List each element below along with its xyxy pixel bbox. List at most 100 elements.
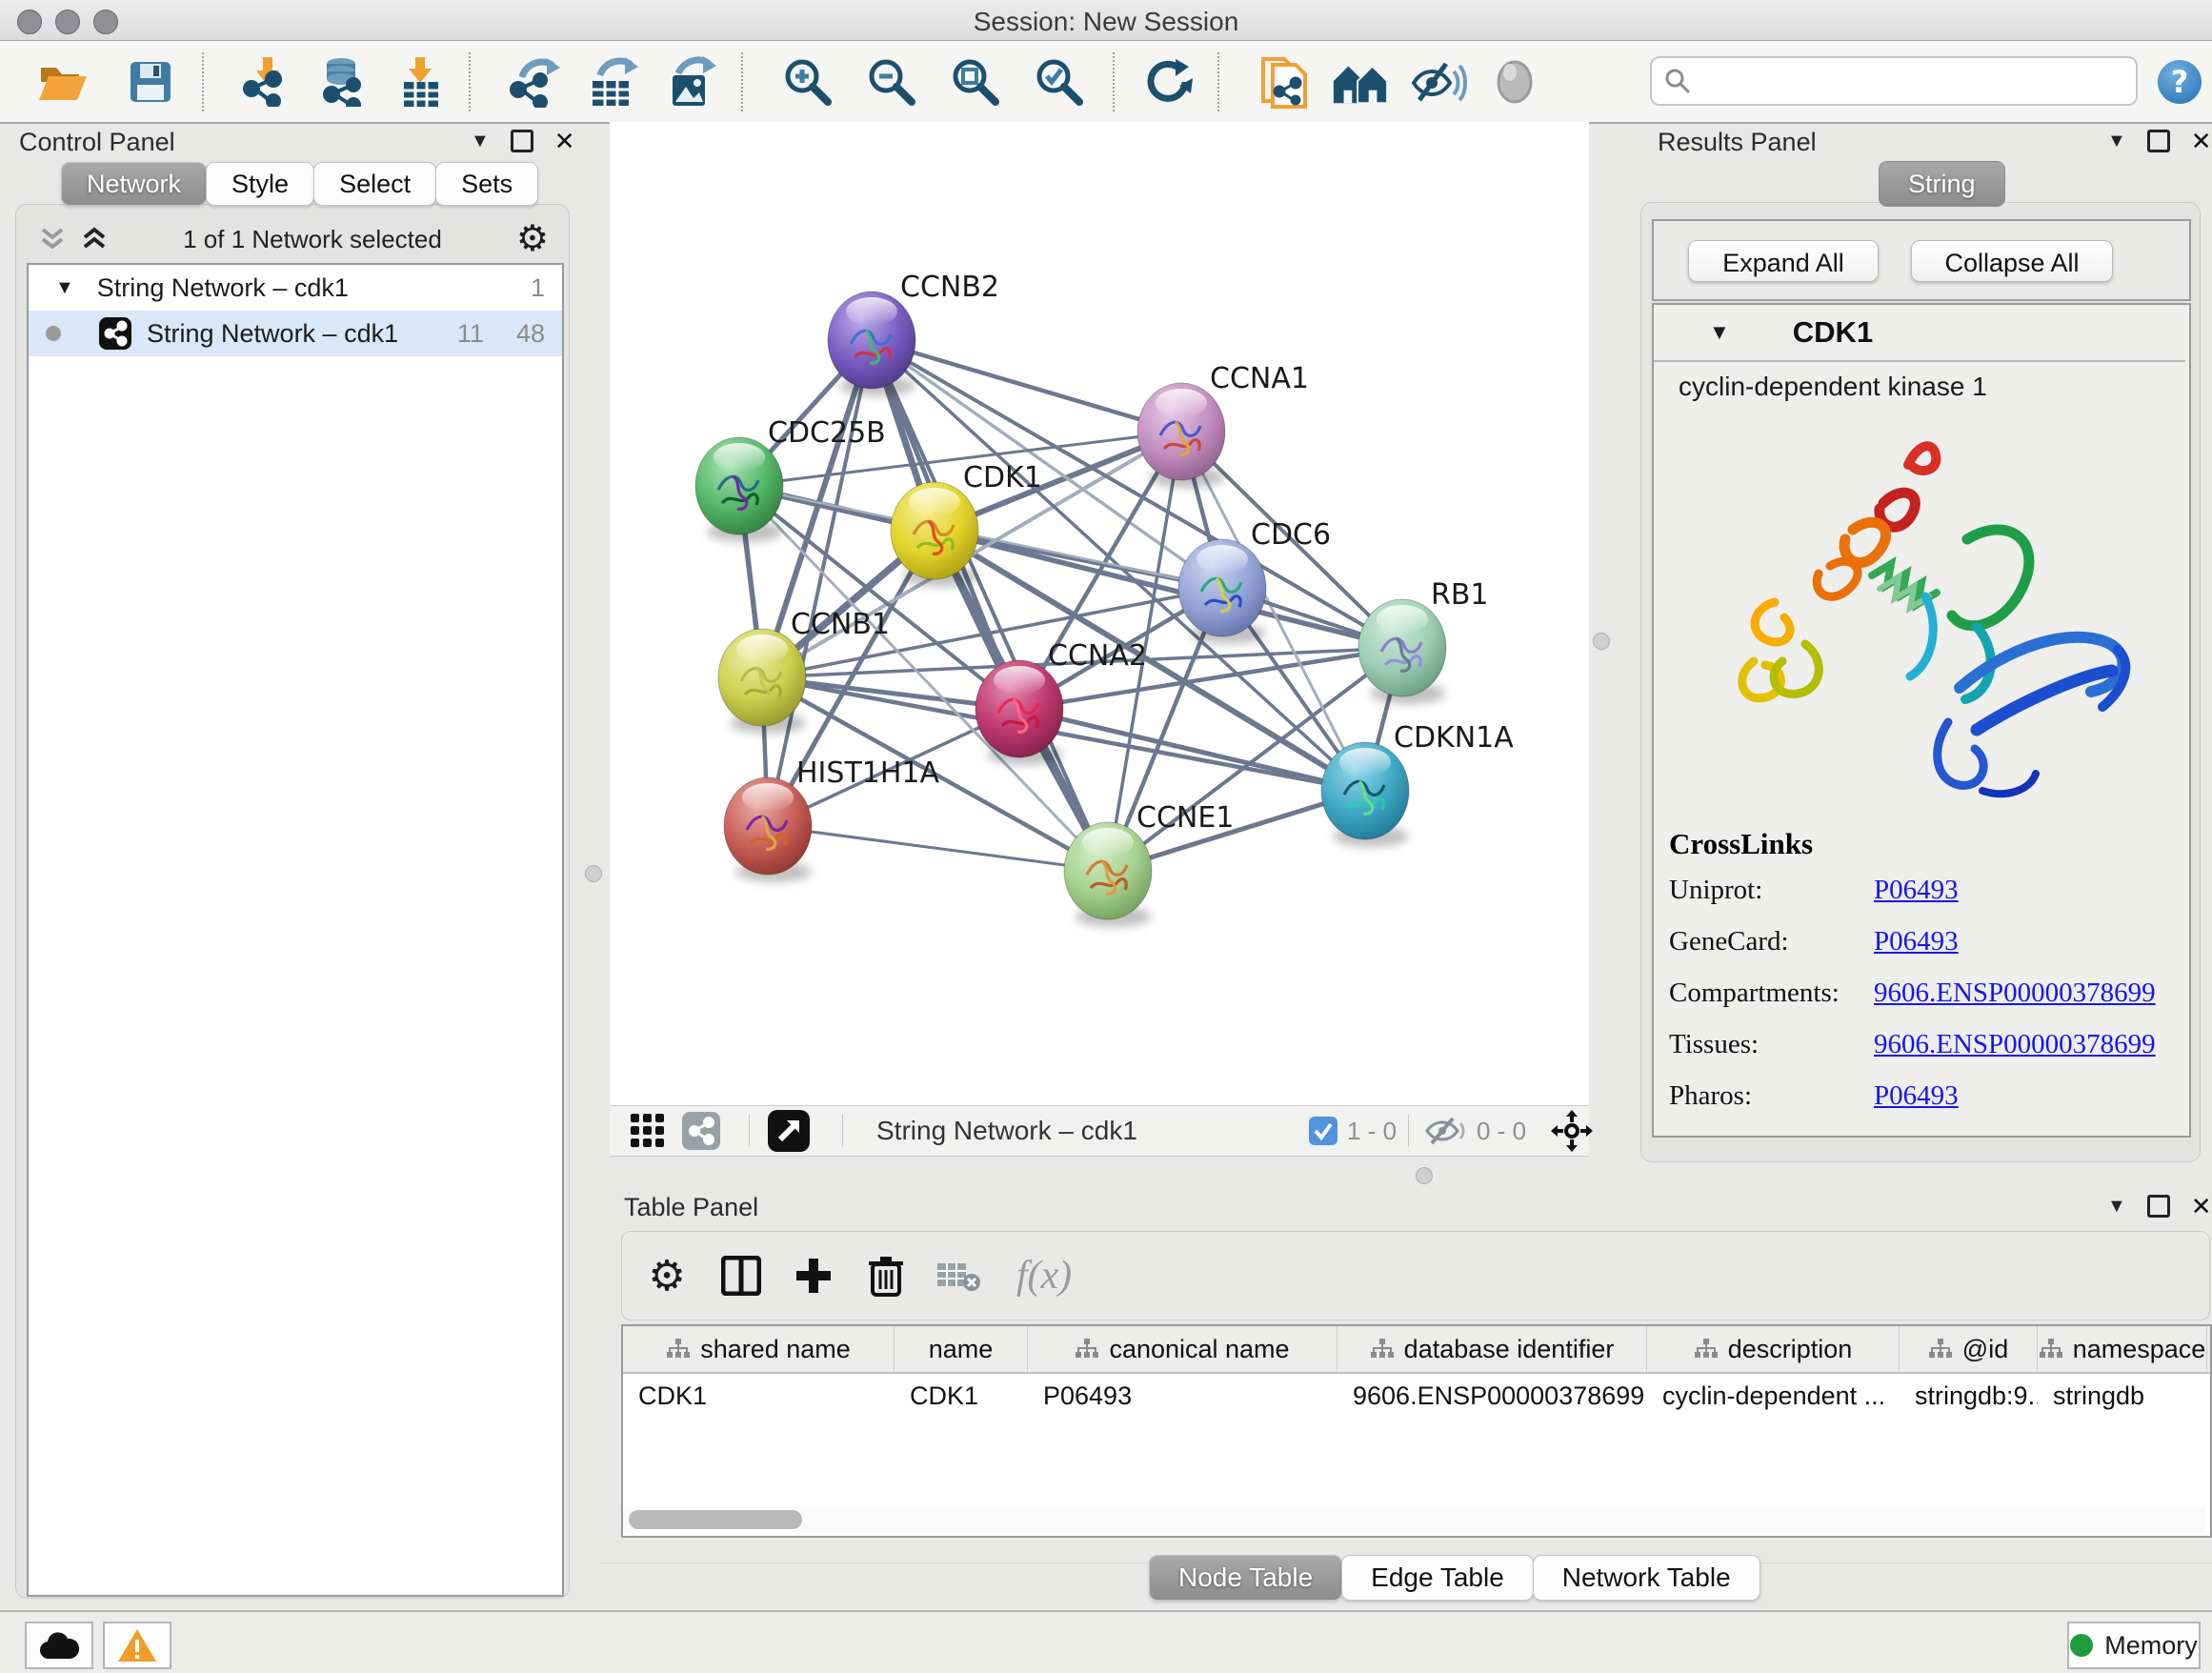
tab-network-table[interactable]: Network Table [1533, 1555, 1760, 1601]
export-image-button[interactable] [663, 54, 720, 110]
results-entry-header[interactable]: ▼ CDK1 [1654, 305, 2185, 362]
network-tree-row[interactable]: ▼String Network – cdk11 [29, 265, 562, 311]
table-row[interactable]: CDK1CDK1P064939606.ENSP00000378699cyclin… [623, 1374, 2210, 1418]
network-tree-row[interactable]: String Network – cdk11148 [29, 311, 562, 356]
node-cdkn1a[interactable]: CDKN1A [1321, 721, 1514, 847]
memory-button[interactable]: Memory [2067, 1622, 2201, 1669]
hide-unhide-button[interactable] [1410, 54, 1467, 110]
birds-eye-view-button[interactable] [629, 1111, 667, 1151]
table-cell[interactable]: stringdb:9... [1900, 1374, 2038, 1418]
left-splitter-handle[interactable] [585, 865, 602, 882]
zoom-fit-button[interactable] [947, 54, 1004, 110]
checkbox-icon[interactable] [1309, 1117, 1337, 1145]
table-panel-menu-icon[interactable]: ▼ [2107, 1197, 2126, 1216]
right-splitter-handle[interactable] [1593, 633, 1610, 650]
home-networks-button[interactable] [1332, 54, 1389, 110]
zoom-selected-button[interactable] [1031, 54, 1088, 110]
network-canvas[interactable]: CCNB2CCNA1CDC25BCDK1CDC6RB1CCNB1CCNA2CDK… [610, 122, 1589, 1105]
tab-sets[interactable]: Sets [435, 162, 538, 206]
search-box[interactable] [1650, 56, 2138, 106]
tab-node-table[interactable]: Node Table [1149, 1555, 1342, 1601]
network-options-gear-icon[interactable]: ⚙ [516, 221, 549, 257]
column-header-namespace[interactable]: namespace [2038, 1326, 2207, 1372]
crosslink-link[interactable]: P06493 [1874, 875, 1959, 906]
collapse-all-button[interactable]: Collapse All [1911, 240, 2113, 282]
zoom-out-button[interactable] [863, 54, 920, 110]
edge-ccnb2-hist1h1a[interactable] [768, 340, 872, 826]
delete-columns-button[interactable] [858, 1249, 914, 1302]
show-graphics-button[interactable] [1486, 54, 1543, 110]
show-columns-button[interactable] [714, 1249, 769, 1302]
network-overview-button[interactable] [682, 1111, 720, 1151]
table-cell[interactable]: stringdb [2038, 1374, 2207, 1418]
column-header-id[interactable]: @id [1900, 1326, 2038, 1372]
tab-string[interactable]: String [1879, 161, 2005, 207]
table-options-button[interactable]: ⚙ [639, 1249, 694, 1302]
table-horizontal-scrollbar[interactable] [623, 1507, 2206, 1532]
detach-view-button[interactable] [768, 1111, 810, 1151]
toolbar-separator [202, 52, 204, 111]
edge-ccnb2-ccna1[interactable] [872, 340, 1181, 432]
results-panel-menu-icon[interactable]: ▼ [2107, 131, 2126, 151]
control-panel-float-icon[interactable] [511, 130, 533, 152]
expand-all-button[interactable]: Expand All [1688, 240, 1879, 282]
refresh-button[interactable] [1139, 54, 1196, 110]
import-database-button[interactable] [314, 54, 372, 110]
network-from-file-button[interactable] [1256, 54, 1313, 110]
column-header-database-identifier[interactable]: database identifier [1337, 1326, 1647, 1372]
zoom-in-button[interactable] [779, 54, 836, 110]
import-network-button[interactable] [240, 54, 297, 110]
column-header-name[interactable]: name [895, 1326, 1028, 1372]
table-cell[interactable]: P06493 [1028, 1374, 1337, 1418]
export-network-button[interactable] [507, 54, 564, 110]
table-panel-close-icon[interactable]: ✕ [2191, 1196, 2212, 1217]
crosslink-link[interactable]: P06493 [1874, 926, 1959, 957]
edge-ccnb2-ccne1[interactable] [872, 340, 1108, 871]
table-cell[interactable]: 9606.ENSP00000378699 [1337, 1374, 1647, 1418]
search-input[interactable] [1699, 66, 2136, 97]
table-cell[interactable]: CDK1 [895, 1374, 1028, 1418]
entry-collapse-icon[interactable]: ▼ [1709, 320, 1730, 345]
tab-select[interactable]: Select [313, 162, 436, 206]
help-button[interactable]: ? [2151, 54, 2208, 110]
network-status-dot [46, 326, 61, 341]
node-rb1[interactable]: RB1 [1358, 578, 1489, 704]
crosslink-link[interactable]: 9606.ENSP00000378699 [1874, 1029, 2156, 1060]
expand-all-icon[interactable] [80, 227, 109, 252]
crosslink-link[interactable]: P06493 [1874, 1080, 1959, 1112]
node-cdk1[interactable]: CDK1 [891, 461, 1042, 587]
control-panel-close-icon[interactable]: ✕ [554, 131, 575, 151]
save-session-button[interactable] [122, 54, 179, 110]
table-cell[interactable]: cyclin-dependent ... [1647, 1374, 1900, 1418]
fit-selected-button[interactable] [1551, 1111, 1593, 1151]
tree-expander-icon[interactable]: ▼ [55, 277, 74, 299]
tab-network[interactable]: Network [61, 162, 207, 206]
node-table[interactable]: shared namenamecanonical namedatabase id… [621, 1324, 2212, 1538]
node-ccna1[interactable]: CCNA1 [1137, 362, 1309, 488]
node-hist1h1a[interactable]: HIST1H1A [724, 756, 940, 882]
import-table-button[interactable] [392, 54, 450, 110]
scrollbar-thumb[interactable] [629, 1510, 802, 1529]
edge-ccna2-cdkn1a[interactable] [1019, 709, 1365, 791]
create-column-button[interactable] [786, 1249, 841, 1302]
column-header-shared-name[interactable]: shared name [623, 1326, 895, 1372]
tab-edge-table[interactable]: Edge Table [1341, 1555, 1534, 1601]
crosslink-link[interactable]: 9606.ENSP00000378699 [1874, 978, 2156, 1009]
column-header-description[interactable]: description [1647, 1326, 1900, 1372]
warnings-button[interactable] [103, 1622, 171, 1669]
node-ccnb1[interactable]: CCNB1 [718, 608, 890, 734]
results-panel-float-icon[interactable] [2147, 130, 2170, 152]
collapse-all-icon[interactable] [38, 227, 67, 252]
export-table-button[interactable] [585, 54, 642, 110]
control-panel-menu-icon[interactable]: ▼ [471, 131, 490, 151]
cloud-status-button[interactable] [25, 1622, 93, 1669]
table-panel-float-icon[interactable] [2147, 1195, 2170, 1218]
open-session-button[interactable] [34, 54, 91, 110]
results-panel-close-icon[interactable]: ✕ [2191, 131, 2212, 151]
edge-ccne1-hist1h1a[interactable] [768, 826, 1108, 871]
tab-style[interactable]: Style [206, 162, 314, 206]
table-cell[interactable]: CDK1 [623, 1374, 895, 1418]
node-ccne1[interactable]: CCNE1 [1064, 801, 1234, 927]
horizontal-splitter-handle[interactable] [1416, 1167, 1433, 1184]
column-header-canonical-name[interactable]: canonical name [1028, 1326, 1337, 1372]
